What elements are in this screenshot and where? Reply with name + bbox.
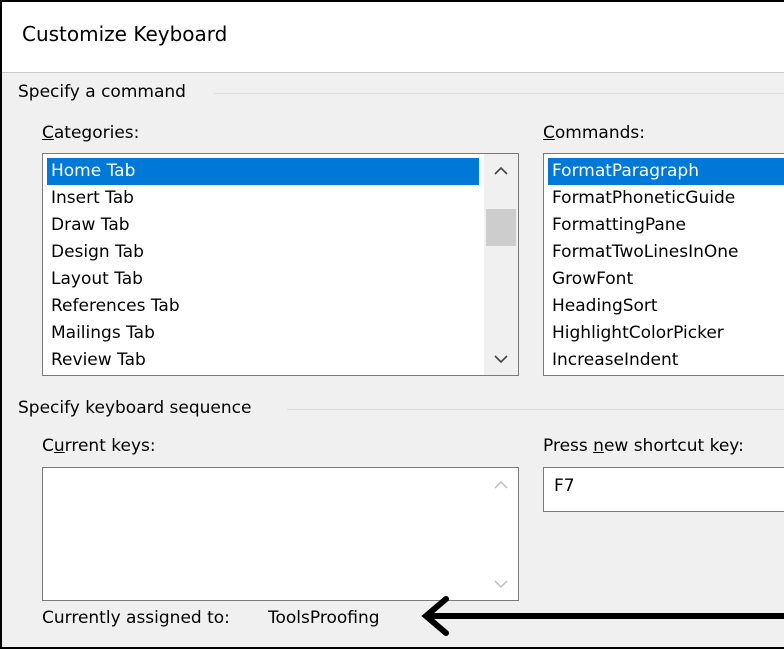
current-keys-scroll-up-button[interactable] <box>484 468 518 500</box>
dialog-title: Customize Keyboard <box>22 22 228 46</box>
command-item-increaseindent[interactable]: IncreaseIndent <box>548 347 678 374</box>
commands-listbox[interactable]: FormatParagraph FormatPhoneticGuide Form… <box>543 153 784 376</box>
dialog-body: Specify a command Categories: Commands: … <box>2 73 784 647</box>
categories-label-text: ategories: <box>53 123 140 143</box>
command-item-formatparagraph[interactable]: FormatParagraph <box>548 158 784 185</box>
category-item-mailings-tab[interactable]: Mailings Tab <box>47 320 155 347</box>
press-new-shortcut-label: Press new shortcut key: <box>543 436 744 456</box>
categories-label: Categories: <box>42 123 139 143</box>
chevron-up-icon <box>494 166 508 175</box>
categories-listbox[interactable]: Home Tab Insert Tab Draw Tab Design Tab … <box>42 153 519 376</box>
category-item-references-tab[interactable]: References Tab <box>47 293 180 320</box>
current-keys-label-rest: rrent keys: <box>64 436 156 456</box>
command-item-growfont[interactable]: GrowFont <box>548 266 633 293</box>
chevron-down-icon <box>494 354 508 363</box>
press-new-label-mnemonic: n <box>593 436 604 456</box>
keyboard-sequence-group-label: Specify keyboard sequence <box>18 398 252 418</box>
command-item-formattingpane[interactable]: FormattingPane <box>548 212 686 239</box>
new-shortcut-input[interactable]: F7 <box>543 467 784 512</box>
command-item-formatphoneticguide[interactable]: FormatPhoneticGuide <box>548 185 735 212</box>
commands-label: Commands: <box>543 123 645 143</box>
specify-command-group-label: Specify a command <box>18 82 186 102</box>
command-item-headingsort[interactable]: HeadingSort <box>548 293 658 320</box>
current-keys-scrollbar[interactable] <box>484 468 518 600</box>
category-item-layout-tab[interactable]: Layout Tab <box>47 266 143 293</box>
current-keys-label-pre: C <box>42 436 54 456</box>
categories-scrollbar[interactable] <box>484 154 518 375</box>
current-keys-label-mnemonic: u <box>53 436 65 456</box>
categories-scroll-down-button[interactable] <box>484 343 518 375</box>
new-shortcut-value: F7 <box>554 476 575 496</box>
press-new-label-pre: Press <box>543 436 594 456</box>
specify-command-group-line <box>214 93 784 94</box>
commands-label-mnemonic: C <box>543 123 555 143</box>
current-keys-label: Current keys: <box>42 436 156 456</box>
category-item-insert-tab[interactable]: Insert Tab <box>47 185 134 212</box>
chevron-up-icon <box>494 480 508 488</box>
current-keys-listbox[interactable] <box>42 467 519 601</box>
command-item-formattwolinesinone[interactable]: FormatTwoLinesInOne <box>548 239 738 266</box>
left-arrow-annotation <box>421 596 784 636</box>
commands-label-text: ommands: <box>554 123 645 143</box>
category-item-home-tab[interactable]: Home Tab <box>47 158 479 185</box>
categories-label-mnemonic: C <box>42 123 54 143</box>
currently-assigned-label: Currently assigned to: <box>42 608 230 628</box>
currently-assigned-value: ToolsProofing <box>268 608 380 628</box>
categories-scroll-thumb[interactable] <box>486 209 516 246</box>
categories-scroll-up-button[interactable] <box>484 154 518 186</box>
category-item-design-tab[interactable]: Design Tab <box>47 239 144 266</box>
category-item-review-tab[interactable]: Review Tab <box>47 347 146 374</box>
keyboard-sequence-group-line <box>287 409 784 410</box>
chevron-down-icon <box>494 580 508 588</box>
category-item-draw-tab[interactable]: Draw Tab <box>47 212 130 239</box>
press-new-label-rest: ew shortcut key: <box>603 436 744 456</box>
dialog-titlebar: Customize Keyboard <box>2 2 784 73</box>
command-item-highlightcolorpicker[interactable]: HighlightColorPicker <box>548 320 724 347</box>
